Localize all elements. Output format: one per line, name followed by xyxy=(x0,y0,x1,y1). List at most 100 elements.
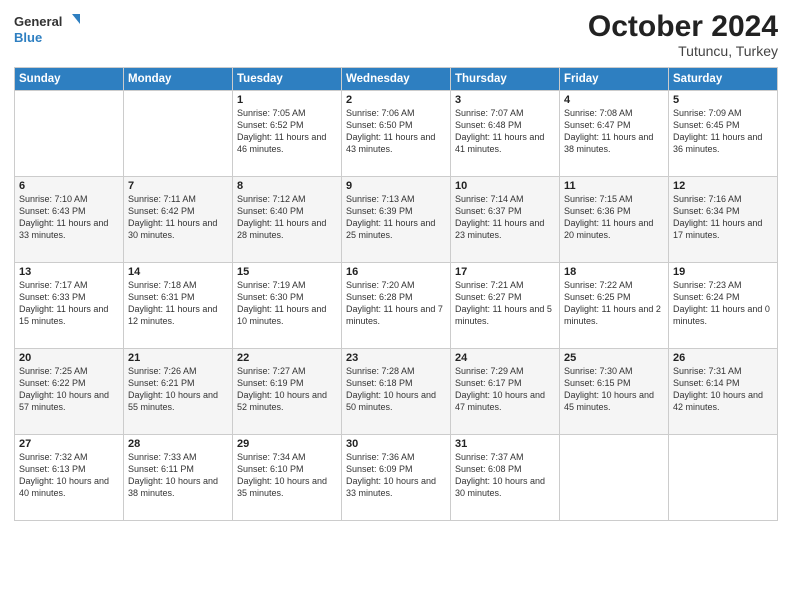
calendar-cell: 29Sunrise: 7:34 AM Sunset: 6:10 PM Dayli… xyxy=(233,435,342,521)
day-info: Sunrise: 7:31 AM Sunset: 6:14 PM Dayligh… xyxy=(673,365,773,414)
day-info: Sunrise: 7:32 AM Sunset: 6:13 PM Dayligh… xyxy=(19,451,119,500)
calendar-cell: 28Sunrise: 7:33 AM Sunset: 6:11 PM Dayli… xyxy=(124,435,233,521)
week-row-3: 13Sunrise: 7:17 AM Sunset: 6:33 PM Dayli… xyxy=(15,263,778,349)
calendar-cell: 27Sunrise: 7:32 AM Sunset: 6:13 PM Dayli… xyxy=(15,435,124,521)
day-number: 12 xyxy=(673,180,773,192)
calendar-cell: 30Sunrise: 7:36 AM Sunset: 6:09 PM Dayli… xyxy=(342,435,451,521)
week-row-5: 27Sunrise: 7:32 AM Sunset: 6:13 PM Dayli… xyxy=(15,435,778,521)
logo: General Blue xyxy=(14,10,84,48)
calendar-cell: 14Sunrise: 7:18 AM Sunset: 6:31 PM Dayli… xyxy=(124,263,233,349)
calendar-table: SundayMondayTuesdayWednesdayThursdayFrid… xyxy=(14,67,778,521)
svg-text:General: General xyxy=(14,14,62,29)
day-info: Sunrise: 7:11 AM Sunset: 6:42 PM Dayligh… xyxy=(128,193,228,242)
day-info: Sunrise: 7:10 AM Sunset: 6:43 PM Dayligh… xyxy=(19,193,119,242)
week-row-4: 20Sunrise: 7:25 AM Sunset: 6:22 PM Dayli… xyxy=(15,349,778,435)
calendar-cell: 21Sunrise: 7:26 AM Sunset: 6:21 PM Dayli… xyxy=(124,349,233,435)
calendar-header-row: SundayMondayTuesdayWednesdayThursdayFrid… xyxy=(15,68,778,91)
day-info: Sunrise: 7:05 AM Sunset: 6:52 PM Dayligh… xyxy=(237,107,337,156)
day-number: 11 xyxy=(564,180,664,192)
day-info: Sunrise: 7:27 AM Sunset: 6:19 PM Dayligh… xyxy=(237,365,337,414)
day-number: 19 xyxy=(673,266,773,278)
day-info: Sunrise: 7:19 AM Sunset: 6:30 PM Dayligh… xyxy=(237,279,337,328)
day-info: Sunrise: 7:30 AM Sunset: 6:15 PM Dayligh… xyxy=(564,365,664,414)
day-number: 8 xyxy=(237,180,337,192)
day-info: Sunrise: 7:12 AM Sunset: 6:40 PM Dayligh… xyxy=(237,193,337,242)
header: General Blue October 2024 Tutuncu, Turke… xyxy=(14,10,778,59)
day-number: 4 xyxy=(564,94,664,106)
day-info: Sunrise: 7:14 AM Sunset: 6:37 PM Dayligh… xyxy=(455,193,555,242)
day-number: 23 xyxy=(346,352,446,364)
day-number: 10 xyxy=(455,180,555,192)
calendar-cell: 8Sunrise: 7:12 AM Sunset: 6:40 PM Daylig… xyxy=(233,177,342,263)
day-number: 27 xyxy=(19,438,119,450)
day-number: 6 xyxy=(19,180,119,192)
calendar-cell: 24Sunrise: 7:29 AM Sunset: 6:17 PM Dayli… xyxy=(451,349,560,435)
day-number: 13 xyxy=(19,266,119,278)
calendar-cell: 26Sunrise: 7:31 AM Sunset: 6:14 PM Dayli… xyxy=(669,349,778,435)
calendar-cell: 6Sunrise: 7:10 AM Sunset: 6:43 PM Daylig… xyxy=(15,177,124,263)
day-number: 24 xyxy=(455,352,555,364)
header-saturday: Saturday xyxy=(669,68,778,91)
day-info: Sunrise: 7:09 AM Sunset: 6:45 PM Dayligh… xyxy=(673,107,773,156)
day-number: 22 xyxy=(237,352,337,364)
day-info: Sunrise: 7:16 AM Sunset: 6:34 PM Dayligh… xyxy=(673,193,773,242)
day-number: 5 xyxy=(673,94,773,106)
day-number: 31 xyxy=(455,438,555,450)
day-info: Sunrise: 7:13 AM Sunset: 6:39 PM Dayligh… xyxy=(346,193,446,242)
week-row-1: 1Sunrise: 7:05 AM Sunset: 6:52 PM Daylig… xyxy=(15,91,778,177)
calendar-cell: 20Sunrise: 7:25 AM Sunset: 6:22 PM Dayli… xyxy=(15,349,124,435)
day-info: Sunrise: 7:34 AM Sunset: 6:10 PM Dayligh… xyxy=(237,451,337,500)
day-number: 7 xyxy=(128,180,228,192)
calendar-cell xyxy=(15,91,124,177)
day-info: Sunrise: 7:26 AM Sunset: 6:21 PM Dayligh… xyxy=(128,365,228,414)
day-number: 17 xyxy=(455,266,555,278)
day-info: Sunrise: 7:08 AM Sunset: 6:47 PM Dayligh… xyxy=(564,107,664,156)
day-info: Sunrise: 7:17 AM Sunset: 6:33 PM Dayligh… xyxy=(19,279,119,328)
calendar-cell: 19Sunrise: 7:23 AM Sunset: 6:24 PM Dayli… xyxy=(669,263,778,349)
calendar-cell: 23Sunrise: 7:28 AM Sunset: 6:18 PM Dayli… xyxy=(342,349,451,435)
calendar-cell: 15Sunrise: 7:19 AM Sunset: 6:30 PM Dayli… xyxy=(233,263,342,349)
title-block: October 2024 Tutuncu, Turkey xyxy=(588,10,778,59)
calendar-cell: 13Sunrise: 7:17 AM Sunset: 6:33 PM Dayli… xyxy=(15,263,124,349)
calendar-cell: 1Sunrise: 7:05 AM Sunset: 6:52 PM Daylig… xyxy=(233,91,342,177)
day-info: Sunrise: 7:06 AM Sunset: 6:50 PM Dayligh… xyxy=(346,107,446,156)
calendar-cell: 2Sunrise: 7:06 AM Sunset: 6:50 PM Daylig… xyxy=(342,91,451,177)
week-row-2: 6Sunrise: 7:10 AM Sunset: 6:43 PM Daylig… xyxy=(15,177,778,263)
calendar-cell: 18Sunrise: 7:22 AM Sunset: 6:25 PM Dayli… xyxy=(560,263,669,349)
day-number: 30 xyxy=(346,438,446,450)
day-info: Sunrise: 7:36 AM Sunset: 6:09 PM Dayligh… xyxy=(346,451,446,500)
day-number: 25 xyxy=(564,352,664,364)
calendar-cell: 7Sunrise: 7:11 AM Sunset: 6:42 PM Daylig… xyxy=(124,177,233,263)
calendar-cell: 9Sunrise: 7:13 AM Sunset: 6:39 PM Daylig… xyxy=(342,177,451,263)
calendar-cell: 12Sunrise: 7:16 AM Sunset: 6:34 PM Dayli… xyxy=(669,177,778,263)
page: General Blue October 2024 Tutuncu, Turke… xyxy=(0,0,792,612)
svg-text:Blue: Blue xyxy=(14,30,42,45)
day-number: 14 xyxy=(128,266,228,278)
day-number: 15 xyxy=(237,266,337,278)
day-number: 2 xyxy=(346,94,446,106)
calendar-cell: 4Sunrise: 7:08 AM Sunset: 6:47 PM Daylig… xyxy=(560,91,669,177)
header-monday: Monday xyxy=(124,68,233,91)
day-number: 9 xyxy=(346,180,446,192)
calendar-cell: 3Sunrise: 7:07 AM Sunset: 6:48 PM Daylig… xyxy=(451,91,560,177)
calendar-cell: 16Sunrise: 7:20 AM Sunset: 6:28 PM Dayli… xyxy=(342,263,451,349)
logo-svg: General Blue xyxy=(14,10,84,48)
title-month: October 2024 xyxy=(588,10,778,43)
day-number: 3 xyxy=(455,94,555,106)
day-number: 16 xyxy=(346,266,446,278)
calendar-cell: 5Sunrise: 7:09 AM Sunset: 6:45 PM Daylig… xyxy=(669,91,778,177)
calendar-cell xyxy=(560,435,669,521)
day-info: Sunrise: 7:28 AM Sunset: 6:18 PM Dayligh… xyxy=(346,365,446,414)
day-info: Sunrise: 7:20 AM Sunset: 6:28 PM Dayligh… xyxy=(346,279,446,328)
day-number: 18 xyxy=(564,266,664,278)
title-location: Tutuncu, Turkey xyxy=(588,43,778,59)
day-info: Sunrise: 7:18 AM Sunset: 6:31 PM Dayligh… xyxy=(128,279,228,328)
header-tuesday: Tuesday xyxy=(233,68,342,91)
day-number: 29 xyxy=(237,438,337,450)
calendar-cell: 22Sunrise: 7:27 AM Sunset: 6:19 PM Dayli… xyxy=(233,349,342,435)
day-number: 1 xyxy=(237,94,337,106)
header-wednesday: Wednesday xyxy=(342,68,451,91)
day-number: 20 xyxy=(19,352,119,364)
day-info: Sunrise: 7:21 AM Sunset: 6:27 PM Dayligh… xyxy=(455,279,555,328)
calendar-cell: 31Sunrise: 7:37 AM Sunset: 6:08 PM Dayli… xyxy=(451,435,560,521)
